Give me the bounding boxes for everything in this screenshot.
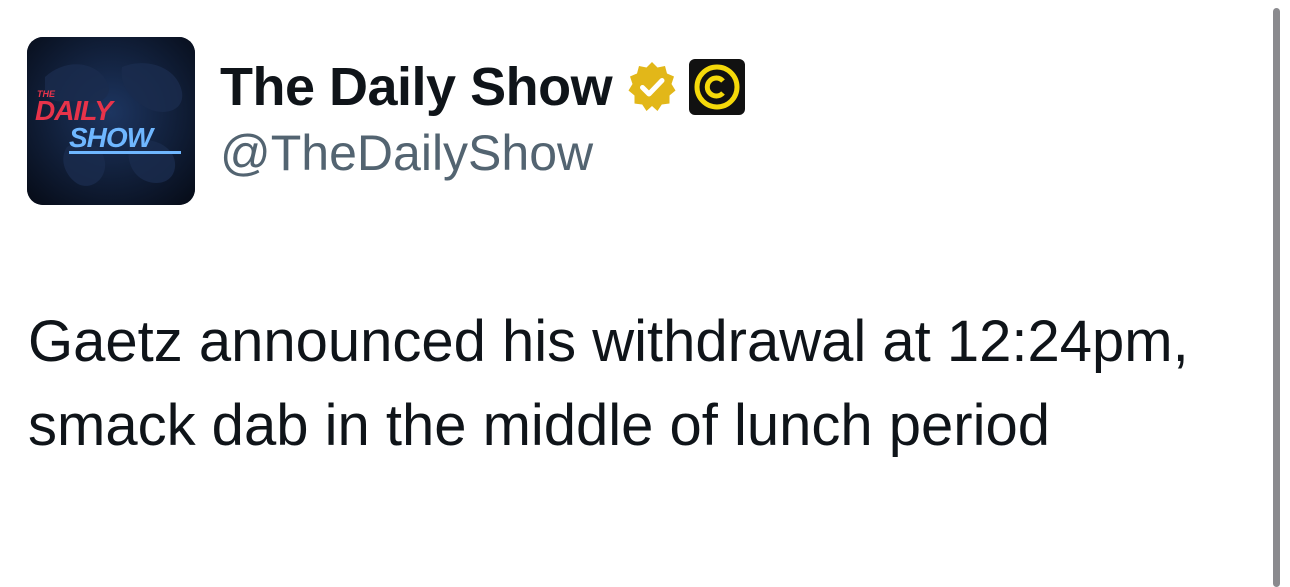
tweet-text: Gaetz announced his withdrawal at 12:24p…: [28, 309, 1189, 458]
user-handle[interactable]: @TheDailyShow: [220, 124, 746, 182]
scrollbar[interactable]: [1273, 8, 1280, 587]
tweet-header: The Daily Show @TheDailyShow: [220, 52, 746, 182]
verified-badge-icon[interactable]: [624, 59, 680, 115]
name-row: The Daily Show: [220, 52, 746, 122]
svg-text:SHOW: SHOW: [69, 122, 156, 153]
display-name[interactable]: The Daily Show: [220, 56, 613, 118]
comedy-central-logo-icon[interactable]: [688, 58, 746, 116]
daily-show-logo: THE DAILY SHOW: [27, 37, 195, 205]
avatar[interactable]: THE DAILY SHOW: [27, 37, 195, 205]
